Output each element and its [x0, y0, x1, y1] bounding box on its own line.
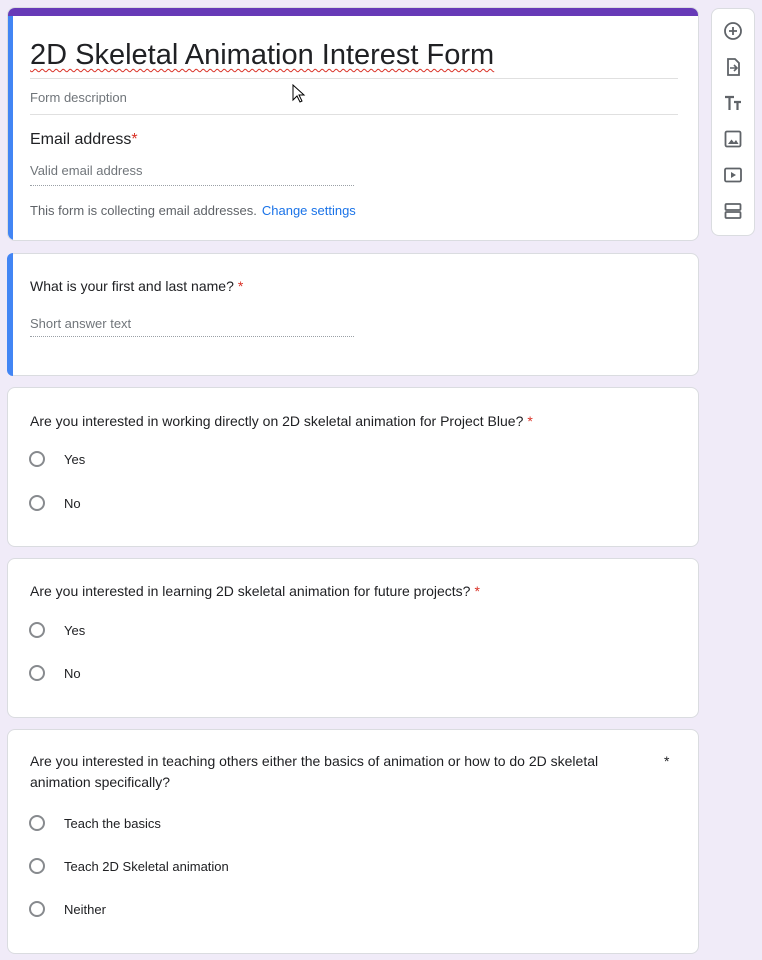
radio-option[interactable]: No: [29, 665, 81, 681]
radio-circle-icon[interactable]: [29, 622, 45, 638]
required-asterisk: *: [527, 413, 533, 429]
radio-option[interactable]: Teach the basics: [29, 815, 161, 831]
short-answer-field: Short answer text: [30, 316, 354, 337]
question-title-2: Are you interested in working directly o…: [30, 411, 533, 432]
radio-option[interactable]: Teach 2D Skeletal animation: [29, 858, 229, 874]
add-section-icon[interactable]: [723, 201, 743, 221]
active-indicator-bar: [8, 16, 13, 240]
add-title-icon[interactable]: [723, 93, 743, 113]
question-card-name[interactable]: [7, 253, 699, 376]
option-label: Teach the basics: [64, 815, 161, 831]
email-collection-note: This form is collecting email addresses.…: [30, 203, 356, 218]
theme-color-bar: [8, 8, 698, 16]
radio-circle-icon[interactable]: [29, 495, 45, 511]
import-questions-icon[interactable]: [723, 57, 743, 77]
radio-circle-icon[interactable]: [29, 451, 45, 467]
add-question-icon[interactable]: [723, 21, 743, 41]
collect-note-text: This form is collecting email addresses.: [30, 203, 257, 218]
radio-option[interactable]: Yes: [29, 451, 85, 467]
option-label: Yes: [64, 451, 86, 467]
required-asterisk: *: [237, 278, 244, 294]
option-label: Teach 2D Skeletal animation: [64, 858, 229, 874]
option-label: Yes: [64, 622, 86, 638]
change-settings-link[interactable]: Change settings: [262, 203, 356, 218]
question-title-3: Are you interested in learning 2D skelet…: [30, 581, 480, 602]
floating-toolbar: [711, 8, 755, 236]
option-label: Neither: [64, 901, 106, 917]
form-title[interactable]: 2D Skeletal Animation Interest Form: [30, 38, 678, 79]
form-description-field[interactable]: Form description: [30, 90, 678, 115]
mouse-pointer-icon: [292, 84, 306, 103]
email-address-label: Email address*: [30, 131, 138, 149]
email-field: Valid email address: [30, 163, 354, 186]
add-video-icon[interactable]: [723, 165, 743, 185]
radio-circle-icon[interactable]: [29, 858, 45, 874]
question-text: Are you interested in working directly o…: [30, 413, 524, 429]
radio-option[interactable]: No: [29, 495, 81, 511]
question-title-4: Are you interested in teaching others ei…: [30, 751, 640, 793]
radio-circle-icon[interactable]: [29, 901, 45, 917]
title-text: 2D Skeletal Animation Interest Form: [30, 39, 495, 71]
add-image-icon[interactable]: [723, 129, 743, 149]
radio-option[interactable]: Neither: [29, 901, 106, 917]
option-label: No: [64, 665, 81, 681]
form-header-card[interactable]: 2D Skeletal Animation Interest Form Form…: [7, 7, 699, 241]
question-text: Are you interested in learning 2D skelet…: [30, 583, 471, 599]
question-text: Are you interested in teaching others ei…: [30, 753, 599, 790]
radio-circle-icon[interactable]: [29, 815, 45, 831]
radio-circle-icon[interactable]: [29, 665, 45, 681]
required-asterisk: *: [131, 131, 138, 148]
question-title-1: What is your first and last name? *: [30, 276, 243, 297]
question-text: What is your first and last name?: [30, 278, 234, 294]
required-asterisk: *: [474, 583, 480, 599]
email-label-text: Email address: [30, 131, 132, 148]
option-label: No: [64, 495, 81, 511]
required-asterisk: *: [664, 753, 670, 769]
active-indicator-bar: [7, 253, 13, 376]
radio-option[interactable]: Yes: [29, 622, 85, 638]
